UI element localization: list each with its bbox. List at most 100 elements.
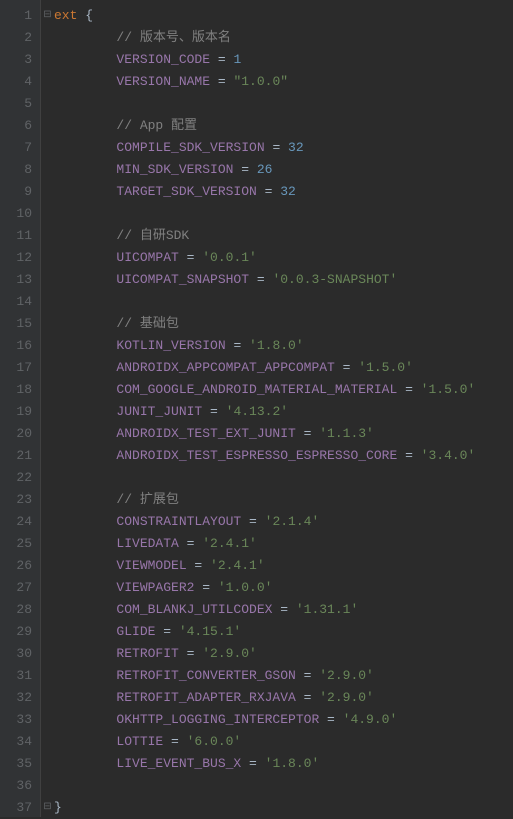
line-number: 6 <box>0 115 32 137</box>
string: "1.0.0" <box>233 74 288 89</box>
string: '2.9.0' <box>319 690 374 705</box>
line-number: 32 <box>0 687 32 709</box>
identifier: RETROFIT_CONVERTER_GSON <box>54 668 296 683</box>
code-line: ext { <box>54 5 513 27</box>
identifier: COM_BLANKJ_UTILCODEX <box>54 602 272 617</box>
code-line: OKHTTP_LOGGING_INTERCEPTOR = '4.9.0' <box>54 709 513 731</box>
identifier: UICOMPAT_SNAPSHOT <box>54 272 249 287</box>
code-line: COM_BLANKJ_UTILCODEX = '1.31.1' <box>54 599 513 621</box>
operator: = <box>241 514 264 529</box>
code-line: ANDROIDX_APPCOMPAT_APPCOMPAT = '1.5.0' <box>54 357 513 379</box>
identifier: COM_GOOGLE_ANDROID_MATERIAL_MATERIAL <box>54 382 397 397</box>
line-number: 31 <box>0 665 32 687</box>
operator: = <box>194 580 217 595</box>
line-number: 4 <box>0 71 32 93</box>
line-number: 9 <box>0 181 32 203</box>
identifier: MIN_SDK_VERSION <box>54 162 233 177</box>
code-line: // 基础包 <box>54 313 513 335</box>
code-line: KOTLIN_VERSION = '1.8.0' <box>54 335 513 357</box>
line-number: 28 <box>0 599 32 621</box>
line-number: 17 <box>0 357 32 379</box>
string: '2.9.0' <box>202 646 257 661</box>
fold-open-icon[interactable]: ⊟ <box>41 5 54 27</box>
string: '4.9.0' <box>343 712 398 727</box>
operator: = <box>233 162 256 177</box>
operator: = <box>163 734 186 749</box>
code-line: VERSION_CODE = 1 <box>54 49 513 71</box>
line-number: 35 <box>0 753 32 775</box>
code-line: LOTTIE = '6.0.0' <box>54 731 513 753</box>
operator: = <box>249 272 272 287</box>
string: '6.0.0' <box>187 734 242 749</box>
code-line: // 扩展包 <box>54 489 513 511</box>
code-line <box>54 291 513 313</box>
line-number: 15 <box>0 313 32 335</box>
identifier: ANDROIDX_APPCOMPAT_APPCOMPAT <box>54 360 335 375</box>
fold-close-icon[interactable]: ⊟ <box>41 797 54 819</box>
code-line <box>54 467 513 489</box>
line-number: 5 <box>0 93 32 115</box>
comment: // 扩展包 <box>54 492 179 507</box>
line-number: 10 <box>0 203 32 225</box>
operator: = <box>296 690 319 705</box>
string: '1.5.0' <box>421 382 476 397</box>
line-number: 13 <box>0 269 32 291</box>
operator: = <box>179 646 202 661</box>
identifier: CONSTRAINTLAYOUT <box>54 514 241 529</box>
operator: = <box>179 536 202 551</box>
identifier: LOTTIE <box>54 734 163 749</box>
code-line: // 自研SDK <box>54 225 513 247</box>
code-line: LIVE_EVENT_BUS_X = '1.8.0' <box>54 753 513 775</box>
identifier: OKHTTP_LOGGING_INTERCEPTOR <box>54 712 319 727</box>
fold-gutter: ⊟ ⊟ <box>40 0 54 817</box>
line-number: 24 <box>0 511 32 533</box>
comment: // 版本号、版本名 <box>54 30 231 45</box>
operator: = <box>265 140 288 155</box>
line-number: 7 <box>0 137 32 159</box>
code-line: RETROFIT = '2.9.0' <box>54 643 513 665</box>
code-line <box>54 775 513 797</box>
operator: = <box>226 338 249 353</box>
operator: = <box>335 360 358 375</box>
line-number: 33 <box>0 709 32 731</box>
line-number: 37 <box>0 797 32 819</box>
line-number: 25 <box>0 533 32 555</box>
code-line: UICOMPAT = '0.0.1' <box>54 247 513 269</box>
operator: = <box>296 668 319 683</box>
identifier: ANDROIDX_TEST_EXT_JUNIT <box>54 426 296 441</box>
number: 26 <box>257 162 273 177</box>
string: '2.4.1' <box>202 536 257 551</box>
string: '4.13.2' <box>226 404 288 419</box>
code-line: // App 配置 <box>54 115 513 137</box>
line-number: 14 <box>0 291 32 313</box>
operator: = <box>319 712 342 727</box>
code-editor[interactable]: ext { // 版本号、版本名 VERSION_CODE = 1 VERSIO… <box>54 0 513 817</box>
string: '3.4.0' <box>421 448 476 463</box>
operator: = <box>210 74 233 89</box>
code-line: MIN_SDK_VERSION = 26 <box>54 159 513 181</box>
line-number: 29 <box>0 621 32 643</box>
string: '1.8.0' <box>249 338 304 353</box>
identifier: RETROFIT_ADAPTER_RXJAVA <box>54 690 296 705</box>
line-number: 18 <box>0 379 32 401</box>
identifier: VERSION_NAME <box>54 74 210 89</box>
string: '4.15.1' <box>179 624 241 639</box>
identifier: RETROFIT <box>54 646 179 661</box>
code-line: COM_GOOGLE_ANDROID_MATERIAL_MATERIAL = '… <box>54 379 513 401</box>
keyword: ext <box>54 8 77 23</box>
identifier: LIVEDATA <box>54 536 179 551</box>
operator: = <box>257 184 280 199</box>
number: 32 <box>288 140 304 155</box>
line-number: 12 <box>0 247 32 269</box>
identifier: VIEWMODEL <box>54 558 187 573</box>
operator: = <box>241 756 264 771</box>
code-line: VIEWPAGER2 = '1.0.0' <box>54 577 513 599</box>
string: '1.0.0' <box>218 580 273 595</box>
identifier: KOTLIN_VERSION <box>54 338 226 353</box>
code-line: } <box>54 797 513 817</box>
code-line: CONSTRAINTLAYOUT = '2.1.4' <box>54 511 513 533</box>
code-line: // 版本号、版本名 <box>54 27 513 49</box>
line-number: 19 <box>0 401 32 423</box>
identifier: JUNIT_JUNIT <box>54 404 202 419</box>
string: '2.1.4' <box>265 514 320 529</box>
